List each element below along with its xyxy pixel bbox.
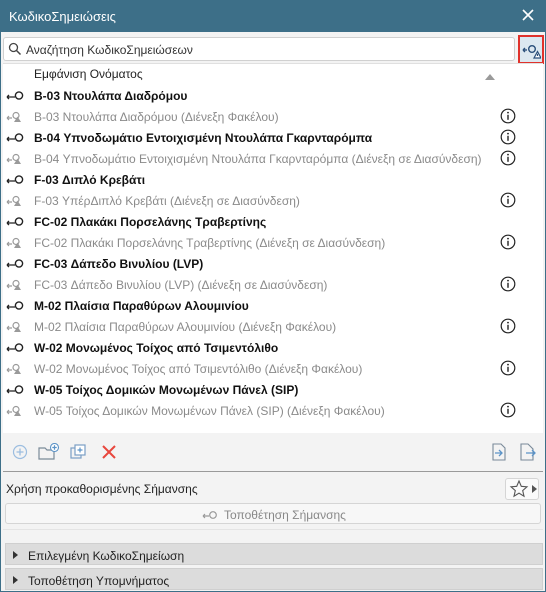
keynote-icon xyxy=(6,258,26,272)
list-item[interactable]: FC-02 Πλακάκι Πορσελάνης Τραβερτίνης (Δι… xyxy=(3,232,531,253)
list-item-label: W-02 Μονωμένος Τοίχος από Τσιμεντόλιθο (… xyxy=(34,362,363,376)
search-placeholder: Αναζήτηση ΚωδικοΣημειώσεων xyxy=(26,43,193,57)
expand-triangle-icon xyxy=(13,551,18,559)
list-header[interactable]: Εμφάνιση Ονόματος xyxy=(3,64,543,84)
keynote-conflict-icon xyxy=(6,405,26,419)
favorites-dropdown[interactable] xyxy=(505,478,539,500)
divider xyxy=(3,471,543,472)
list-item-label: B-04 Υπνοδωμάτιο Εντοιχισμένη Ντουλάπα Γ… xyxy=(34,152,482,166)
list-item-label: M-02 Πλαίσια Παραθύρων Αλουμινίου xyxy=(34,299,249,313)
keynote-icon xyxy=(6,90,26,104)
import-icon[interactable] xyxy=(490,443,508,461)
list-item[interactable]: W-02 Μονωμένος Τοίχος από Τσιμεντόλιθο (… xyxy=(3,358,531,379)
list-item[interactable]: M-02 Πλαίσια Παραθύρων Αλουμινίου (Διένε… xyxy=(3,316,531,337)
list-item[interactable]: W-05 Τοίχος Δομικών Μονωμένων Πάνελ (SIP… xyxy=(3,379,531,400)
list-scrollbar[interactable] xyxy=(530,84,542,432)
duplicate-icon[interactable] xyxy=(69,443,87,461)
list-item[interactable]: FC-02 Πλακάκι Πορσελάνης Τραβερτίνης xyxy=(3,211,531,232)
keynote-icon xyxy=(6,342,26,356)
list-item-label: B-04 Υπνοδωμάτιο Εντοιχισμένη Ντουλάπα Γ… xyxy=(34,131,373,145)
list-item-label: FC-02 Πλακάκι Πορσελάνης Τραβερτίνης (Δι… xyxy=(34,236,386,250)
list-item-label: FC-02 Πλακάκι Πορσελάνης Τραβερτίνης xyxy=(34,215,267,229)
list-item-label: F-03 Διπλό Κρεβάτι xyxy=(34,173,146,187)
star-icon xyxy=(509,479,529,498)
filter-conflicts-button[interactable] xyxy=(518,35,544,64)
info-icon[interactable] xyxy=(500,108,516,127)
delete-icon[interactable] xyxy=(100,443,118,461)
title-bar: ΚωδικοΣημειώσεις xyxy=(1,1,545,32)
keynote-icon xyxy=(6,384,26,398)
list-item-label: M-02 Πλαίσια Παραθύρων Αλουμινίου (Διένε… xyxy=(34,320,337,334)
list-item[interactable]: FC-03 Δάπεδο Βινυλίου (LVP) (Διένεξη σε … xyxy=(3,274,531,295)
list-item[interactable]: B-03 Ντουλάπα Διαδρόμου (Διένεξη Φακέλου… xyxy=(3,106,531,127)
keynote-icon xyxy=(6,174,26,188)
list-item[interactable]: FC-03 Δάπεδο Βινυλίου (LVP) xyxy=(3,253,531,274)
add-folder-icon[interactable] xyxy=(38,442,60,461)
info-icon[interactable] xyxy=(500,150,516,169)
search-input[interactable]: Αναζήτηση ΚωδικοΣημειώσεων xyxy=(3,37,515,61)
preset-row: Χρήση προκαθορισμένης Σήμανσης xyxy=(3,476,543,502)
list-item-label: W-05 Τοίχος Δομικών Μονωμένων Πάνελ (SIP… xyxy=(34,383,299,397)
info-icon[interactable] xyxy=(500,276,516,295)
list-item[interactable]: M-02 Πλαίσια Παραθύρων Αλουμινίου xyxy=(3,295,531,316)
keynote-warning-icon xyxy=(522,44,541,59)
section-selected-keynote[interactable]: Επιλεγμένη ΚωδικοΣημείωση xyxy=(5,543,543,565)
info-icon[interactable] xyxy=(500,402,516,421)
keynotes-list: Εμφάνιση Ονόματος B-03 Ντουλάπα Διαδρόμο… xyxy=(3,63,543,433)
info-icon[interactable] xyxy=(500,129,516,148)
keynotes-palette: ΚωδικοΣημειώσεις Αναζήτηση ΚωδικοΣημειώσ… xyxy=(0,0,546,592)
list-item[interactable]: F-03 ΥπέρΔιπλό Κρεβάτι (Διένεξη σε Διασύ… xyxy=(3,190,531,211)
list-item[interactable]: W-02 Μονωμένος Τοίχος από Τσιμεντόλιθο xyxy=(3,337,531,358)
keynote-marker-icon xyxy=(202,511,217,519)
list-item[interactable]: F-03 Διπλό Κρεβάτι xyxy=(3,169,531,190)
list-item-label: F-03 ΥπέρΔιπλό Κρεβάτι (Διένεξη σε Διασύ… xyxy=(34,194,300,208)
keynote-conflict-icon xyxy=(6,279,26,293)
export-icon[interactable] xyxy=(518,443,536,461)
section-label: Επιλεγμένη ΚωδικοΣημείωση xyxy=(28,549,185,563)
add-keynote-icon[interactable] xyxy=(11,443,29,461)
expand-triangle-icon xyxy=(13,576,18,584)
list-toolbar xyxy=(3,437,543,467)
close-icon[interactable] xyxy=(519,6,537,24)
list-item[interactable]: B-04 Υπνοδωμάτιο Εντοιχισμένη Ντουλάπα Γ… xyxy=(3,148,531,169)
chevron-right-icon xyxy=(532,485,537,493)
info-icon[interactable] xyxy=(500,192,516,211)
window-title: ΚωδικοΣημειώσεις xyxy=(9,9,116,24)
list-item[interactable]: W-05 Τοίχος Δομικών Μονωμένων Πάνελ (SIP… xyxy=(3,400,531,421)
info-icon[interactable] xyxy=(500,360,516,379)
place-marker-button[interactable]: Τοποθέτηση Σήμανσης xyxy=(5,503,541,524)
keynote-conflict-icon xyxy=(6,195,26,209)
list-item-label: W-02 Μονωμένος Τοίχος από Τσιμεντόλιθο xyxy=(34,341,279,355)
keynote-icon xyxy=(6,300,26,314)
section-legend-placement[interactable]: Τοποθέτηση Υπομνήματος xyxy=(5,568,543,590)
list-item-label: FC-03 Δάπεδο Βινυλίου (LVP) (Διένεξη σε … xyxy=(34,278,328,292)
list-item-label: W-05 Τοίχος Δομικών Μονωμένων Πάνελ (SIP… xyxy=(34,404,385,418)
list-item-label: B-03 Ντουλάπα Διαδρόμου xyxy=(34,89,188,103)
list-item-label: B-03 Ντουλάπα Διαδρόμου (Διένεξη Φακέλου… xyxy=(34,110,279,124)
keynote-conflict-icon xyxy=(6,237,26,251)
keynote-icon xyxy=(6,132,26,146)
keynote-conflict-icon xyxy=(6,153,26,167)
preset-label: Χρήση προκαθορισμένης Σήμανσης xyxy=(6,482,198,496)
keynote-conflict-icon xyxy=(6,111,26,125)
list-item[interactable]: B-03 Ντουλάπα Διαδρόμου xyxy=(3,85,531,106)
info-icon[interactable] xyxy=(500,318,516,337)
sort-ascending-icon[interactable] xyxy=(485,69,495,83)
list-item-label: FC-03 Δάπεδο Βινυλίου (LVP) xyxy=(34,257,204,271)
section-label: Τοποθέτηση Υπομνήματος xyxy=(28,574,170,588)
keynote-conflict-icon xyxy=(6,321,26,335)
keynote-icon xyxy=(6,216,26,230)
info-icon[interactable] xyxy=(500,234,516,253)
place-marker-label: Τοποθέτηση Σήμανσης xyxy=(224,508,346,522)
keynote-conflict-icon xyxy=(6,363,26,377)
divider xyxy=(3,529,543,530)
list-item[interactable]: B-04 Υπνοδωμάτιο Εντοιχισμένη Ντουλάπα Γ… xyxy=(3,127,531,148)
search-icon xyxy=(8,42,22,59)
column-header-display-name[interactable]: Εμφάνιση Ονόματος xyxy=(34,67,143,81)
